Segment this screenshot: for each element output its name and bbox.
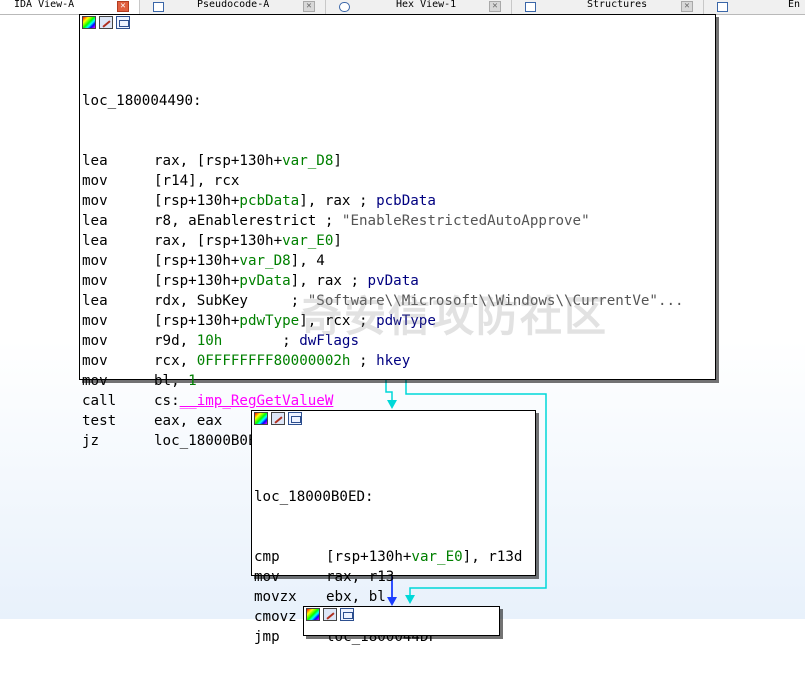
operand-suffix: ], 4 [290, 253, 325, 269]
mnemonic: test [82, 413, 117, 429]
mnemonic: call [82, 393, 117, 409]
node-header [252, 411, 535, 425]
operand: rdx, SubKey ; [154, 293, 308, 309]
block-label[interactable]: loc_180004490: [82, 91, 202, 111]
mnemonic: movzx [254, 589, 297, 605]
rename-icon[interactable] [271, 411, 285, 425]
operand: [rsp+130h+ [154, 313, 240, 329]
node-header [80, 15, 715, 29]
operand: [rsp+130h+ [154, 193, 240, 209]
operand-symbol[interactable]: pvData [239, 271, 290, 291]
mnemonic: mov [254, 569, 280, 585]
node-code: loc_18000B0ED: cmp [rsp+130h+ var_E0], r13… [252, 425, 535, 687]
operand-suffix: ; [350, 353, 377, 369]
asm-line[interactable]: cmp [rsp+130h+ var_E0], r13d [254, 547, 535, 567]
mnemonic: lea [82, 293, 108, 309]
mnemonic: jz [82, 433, 100, 449]
operand-symbol[interactable]: pdwType [239, 311, 299, 331]
asm-line[interactable]: mov rcx, 0FFFFFFFF80000002h ; hkey [82, 351, 715, 371]
mnemonic: mov [82, 333, 108, 349]
graph-node-next[interactable] [303, 606, 500, 636]
operand-suffix: ] [333, 153, 342, 169]
operand-symbol[interactable]: 1 [188, 371, 197, 391]
mnemonic: cmp [254, 549, 280, 565]
operand: eax, eax [154, 413, 223, 429]
mnemonic: mov [82, 313, 108, 329]
operand-suffix: ] [333, 233, 342, 249]
asm-line[interactable]: lea rax, [rsp+130h+ var_D8] [82, 151, 715, 171]
operand: rax, [rsp+130h+ [154, 233, 283, 249]
operand: bl, [154, 373, 189, 389]
asm-line[interactable]: mov bl, 1 [82, 371, 715, 391]
color-icon[interactable] [82, 15, 96, 29]
import-symbol[interactable]: __imp_RegGetValueW [180, 391, 334, 411]
operand: rax, [rsp+130h+ [154, 153, 283, 169]
string-comment: "EnableRestrictedAutoApprove" [341, 213, 590, 229]
asm-line[interactable]: lea r8, aEnablerestrict ; "EnableRestrict… [82, 211, 715, 231]
operand: r8, aEnablerestrict ; [154, 213, 342, 229]
asm-line[interactable]: call cs: __imp_RegGetValueW [82, 391, 715, 411]
operand: rcx, [154, 353, 197, 369]
operand: ebx, bl [326, 589, 386, 605]
operand-symbol[interactable]: pcbData [239, 191, 299, 211]
asm-line[interactable]: mov [rsp+130h+ var_D8], 4 [82, 251, 715, 271]
rename-icon[interactable] [99, 15, 113, 29]
operand-suffix: ], rax ; [299, 193, 377, 209]
mnemonic: mov [82, 373, 108, 389]
asm-line[interactable]: movzx ebx, bl [254, 587, 535, 607]
graph-node-loc-18000b0ed[interactable]: loc_18000B0ED: cmp [rsp+130h+ var_E0], r13… [251, 410, 536, 645]
operand-symbol[interactable]: 10h [197, 331, 223, 351]
operand: [rsp+130h+ [154, 273, 240, 289]
operand: [rsp+130h+ [326, 549, 412, 565]
operand: cs: [154, 393, 180, 409]
asm-line[interactable]: mov rax, r13 [254, 567, 535, 587]
operand-symbol[interactable]: var_D8 [282, 151, 333, 171]
asm-line[interactable]: mov [rsp+130h+ pcbData], rax ; pcbData [82, 191, 715, 211]
mnemonic: lea [82, 213, 108, 229]
operand: [r14], rcx [154, 173, 240, 189]
operand-symbol[interactable]: var_E0 [411, 547, 462, 567]
mnemonic: lea [82, 153, 108, 169]
operand-suffix: ], r13d [462, 549, 523, 565]
asm-line[interactable]: lea rax, [rsp+130h+ var_E0] [82, 231, 715, 251]
watermark: 奇安信攻防社区 [300, 292, 609, 341]
mnemonic: mov [82, 173, 108, 189]
operand: rax, r13 [326, 569, 395, 585]
operand-suffix: ; [222, 333, 300, 349]
operand-symbol[interactable]: 0FFFFFFFF80000002h [197, 351, 351, 371]
group-icon[interactable] [116, 15, 130, 29]
operand-symbol[interactable]: var_E0 [282, 231, 333, 251]
group-icon[interactable] [288, 411, 302, 425]
operand: loc_18000B0ED [154, 433, 266, 449]
block-label[interactable]: loc_18000B0ED: [254, 487, 374, 507]
color-icon[interactable] [254, 411, 268, 425]
mnemonic: mov [82, 253, 108, 269]
operand: r9d, [154, 333, 197, 349]
mnemonic: lea [82, 233, 108, 249]
mnemonic: mov [82, 273, 108, 289]
mnemonic: mov [82, 353, 108, 369]
comment: hkey [376, 353, 411, 369]
asm-line[interactable]: mov [r14], rcx [82, 171, 715, 191]
comment: pcbData [376, 193, 436, 209]
mnemonic: mov [82, 193, 108, 209]
operand: [rsp+130h+ [154, 253, 240, 269]
operand-symbol[interactable]: var_D8 [239, 251, 290, 271]
